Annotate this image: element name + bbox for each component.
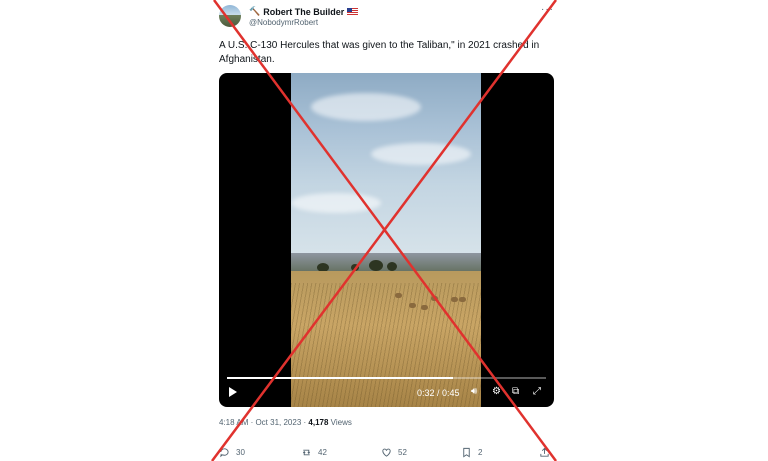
heart-icon	[382, 448, 391, 457]
author-handle[interactable]: @NobodymrRobert	[249, 18, 318, 27]
share-button[interactable]	[539, 447, 550, 458]
tree	[387, 262, 397, 271]
animal	[431, 296, 438, 301]
share-icon	[540, 447, 549, 457]
author-name-row[interactable]: 🔨 Robert The Builder	[249, 6, 359, 17]
play-icon[interactable]	[229, 387, 237, 397]
video-controls: 0:32 / 0:45 🔊︎ ⚙︎ ⧉ ⤢	[219, 385, 554, 405]
animal	[459, 297, 466, 302]
like-button[interactable]: 52	[381, 447, 407, 458]
tweet-meta: 4:18 AM · Oct 31, 2023 · 4,178 Views	[219, 418, 352, 427]
tree	[351, 264, 359, 271]
us-flag-icon	[347, 8, 359, 15]
bookmark-button[interactable]: 2	[461, 447, 482, 458]
tweet-actions: 30 42 52 2	[219, 447, 559, 461]
settings-icon[interactable]: ⚙︎	[492, 386, 501, 397]
cloud	[291, 193, 381, 213]
video-progress-fill	[227, 377, 454, 379]
repost-icon	[302, 449, 311, 456]
bookmark-count: 2	[478, 448, 483, 457]
avatar[interactable]	[219, 5, 241, 27]
animal	[409, 303, 416, 308]
fullscreen-icon[interactable]: ⤢	[533, 386, 541, 397]
author-name[interactable]: Robert The Builder	[263, 7, 344, 17]
views-count: 4,178	[308, 418, 329, 427]
volume-icon[interactable]: 🔊︎	[471, 386, 477, 397]
tweet-text: A U.S. C-130 Hercules that was given to …	[219, 40, 540, 65]
reply-icon	[220, 448, 229, 458]
views-label: Views	[328, 418, 352, 427]
video-player[interactable]: 0:32 / 0:45 🔊︎ ⚙︎ ⧉ ⤢	[219, 73, 554, 407]
animal	[451, 297, 458, 302]
video-frame	[291, 73, 481, 407]
more-options-icon[interactable]: ···	[541, 4, 554, 15]
cloud	[371, 143, 471, 165]
tree	[369, 260, 383, 271]
video-progress-track[interactable]	[227, 377, 546, 379]
hammer-icon: 🔨	[249, 6, 261, 16]
pip-icon[interactable]: ⧉	[512, 386, 519, 397]
like-count: 52	[398, 448, 407, 457]
animal	[421, 305, 428, 310]
reply-button[interactable]: 30	[219, 447, 245, 458]
tweet-timestamp[interactable]: 4:18 AM · Oct 31, 2023 ·	[219, 418, 308, 427]
cloud	[311, 93, 421, 121]
animal	[395, 293, 402, 298]
repost-count: 42	[318, 448, 327, 457]
repost-button[interactable]: 42	[301, 447, 327, 458]
video-time: 0:32 / 0:45	[417, 388, 460, 398]
bookmark-icon	[463, 447, 470, 458]
reply-count: 30	[236, 448, 245, 457]
